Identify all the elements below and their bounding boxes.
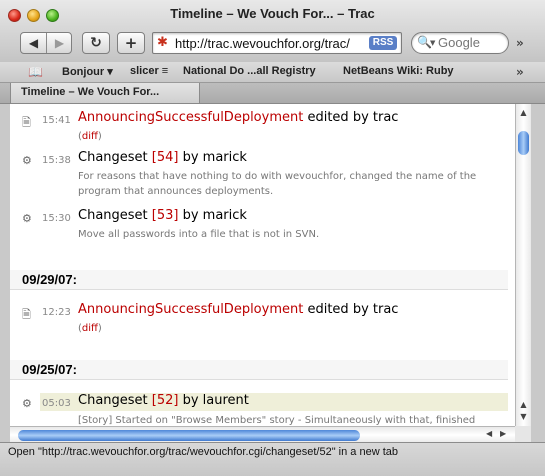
vertical-scrollbar[interactable]: ▲ ▲ ▼: [515, 104, 531, 426]
rss-button[interactable]: RSS: [369, 36, 397, 50]
trac-favicon-icon: ✱: [157, 35, 168, 50]
entry-description: program that announces deployments.: [78, 186, 274, 197]
scroll-down-arrow-icon[interactable]: ▼: [516, 412, 531, 421]
wiki-page-icon: 🗎: [22, 308, 31, 321]
changeset-icon: ⚙: [22, 212, 32, 225]
bookmark-netbeans-ruby[interactable]: NetBeans Wiki: Ruby: [343, 65, 454, 77]
plus-icon: +: [124, 34, 138, 52]
reload-button[interactable]: ↻: [82, 32, 110, 54]
entry-action: edited by trac: [303, 110, 399, 125]
tab-timeline[interactable]: Timeline – We Vouch For...: [10, 83, 200, 103]
toolbar-overflow-icon[interactable]: »: [516, 36, 524, 50]
tab-bar: Timeline – We Vouch For...: [0, 83, 545, 104]
bookmark-bonjour[interactable]: Bonjour ▾: [62, 65, 113, 78]
scrollbar-corner: [515, 426, 531, 442]
entry-description: Move all passwords into a file that is n…: [78, 229, 320, 240]
toolbar: Timeline – We Vouch For... – Trac ◀ ▶ ↻ …: [0, 0, 545, 63]
window-frame-right: [531, 104, 545, 442]
scroll-up-arrow-icon[interactable]: ▲: [516, 400, 531, 409]
date-heading: 09/25/07:: [10, 360, 508, 380]
forward-button[interactable]: ▶: [47, 33, 72, 53]
wiki-page-link[interactable]: AnnouncingSuccessfulDeployment: [78, 302, 303, 317]
wiki-page-icon: 🗎: [22, 116, 31, 129]
changeset-link[interactable]: [54]: [152, 150, 179, 165]
entry-time: 12:23: [42, 307, 71, 318]
search-input[interactable]: [438, 35, 504, 50]
back-arrow-icon: ◀: [28, 36, 39, 50]
horizontal-scrollbar[interactable]: ◀ ▶: [10, 426, 515, 443]
changeset-link[interactable]: [52]: [152, 393, 179, 408]
add-bookmark-button[interactable]: +: [117, 32, 145, 54]
entry-title: Changeset [52] by laurent: [78, 393, 249, 408]
entry-action: edited by trac: [303, 302, 399, 317]
bookmarks-overflow-icon[interactable]: »: [516, 65, 524, 79]
entry-time: 15:41: [42, 115, 71, 126]
back-forward-control: ◀ ▶: [20, 32, 72, 54]
vertical-scroll-thumb[interactable]: [518, 131, 529, 155]
entry-action: by marick: [178, 150, 247, 165]
entry-prefix: Changeset: [78, 208, 152, 223]
bookmarks-bar: 📖 Bonjour ▾ slicer ≡ National Do ...all …: [0, 62, 545, 83]
changeset-icon: ⚙: [22, 154, 32, 167]
diff-line: (diff): [78, 131, 102, 142]
entry-action: by laurent: [178, 393, 249, 408]
entry-prefix: Changeset: [78, 393, 152, 408]
window-frame-left: [0, 104, 10, 442]
browser-window: Timeline – We Vouch For... – Trac ◀ ▶ ↻ …: [0, 0, 545, 476]
status-bar: Open "http://trac.wevouchfor.org/trac/we…: [0, 442, 545, 476]
entry-time: 05:03: [42, 398, 71, 409]
diff-link[interactable]: diff: [82, 323, 98, 334]
changeset-icon: ⚙: [22, 397, 32, 410]
scroll-right-arrow-icon[interactable]: ▶: [500, 429, 506, 438]
entry-description: [Story] Started on "Browse Members" stor…: [78, 415, 476, 426]
entry-title: AnnouncingSuccessfulDeployment edited by…: [78, 302, 398, 317]
bookmark-slicer[interactable]: slicer ≡: [130, 65, 168, 77]
forward-arrow-icon: ▶: [54, 36, 65, 50]
scroll-up-arrow-icon[interactable]: ▲: [516, 108, 531, 117]
entry-title: AnnouncingSuccessfulDeployment edited by…: [78, 110, 398, 125]
diff-link[interactable]: diff: [82, 131, 98, 142]
entry-time: 15:38: [42, 155, 71, 166]
scroll-left-arrow-icon[interactable]: ◀: [486, 429, 492, 438]
search-field[interactable]: 🔍 ▼: [411, 32, 509, 54]
address-bar[interactable]: ✱ http://trac.wevouchfor.org/trac/ RSS: [152, 32, 402, 54]
entry-action: by marick: [178, 208, 247, 223]
open-book-icon[interactable]: 📖: [28, 65, 43, 79]
entry-prefix: Changeset: [78, 150, 152, 165]
search-menu-caret-icon[interactable]: ▼: [430, 39, 435, 47]
diff-line: (diff): [78, 323, 102, 334]
window-title: Timeline – We Vouch For... – Trac: [170, 6, 375, 21]
back-button[interactable]: ◀: [21, 33, 46, 53]
date-heading: 09/29/07:: [10, 270, 508, 290]
entry-description: For reasons that have nothing to do with…: [78, 171, 477, 182]
page-content: 🗎 15:41 AnnouncingSuccessfulDeployment e…: [10, 104, 515, 426]
bookmark-national-do-not-call[interactable]: National Do ...all Registry: [183, 65, 316, 77]
entry-title: Changeset [53] by marick: [78, 208, 247, 223]
changeset-link[interactable]: [53]: [152, 208, 179, 223]
address-text[interactable]: http://trac.wevouchfor.org/trac/: [175, 36, 363, 51]
entry-title: Changeset [54] by marick: [78, 150, 247, 165]
wiki-page-link[interactable]: AnnouncingSuccessfulDeployment: [78, 110, 303, 125]
reload-icon: ↻: [90, 35, 102, 51]
status-text: Open "http://trac.wevouchfor.org/trac/we…: [8, 446, 398, 458]
horizontal-scroll-thumb[interactable]: [18, 430, 360, 441]
entry-time: 15:30: [42, 213, 71, 224]
